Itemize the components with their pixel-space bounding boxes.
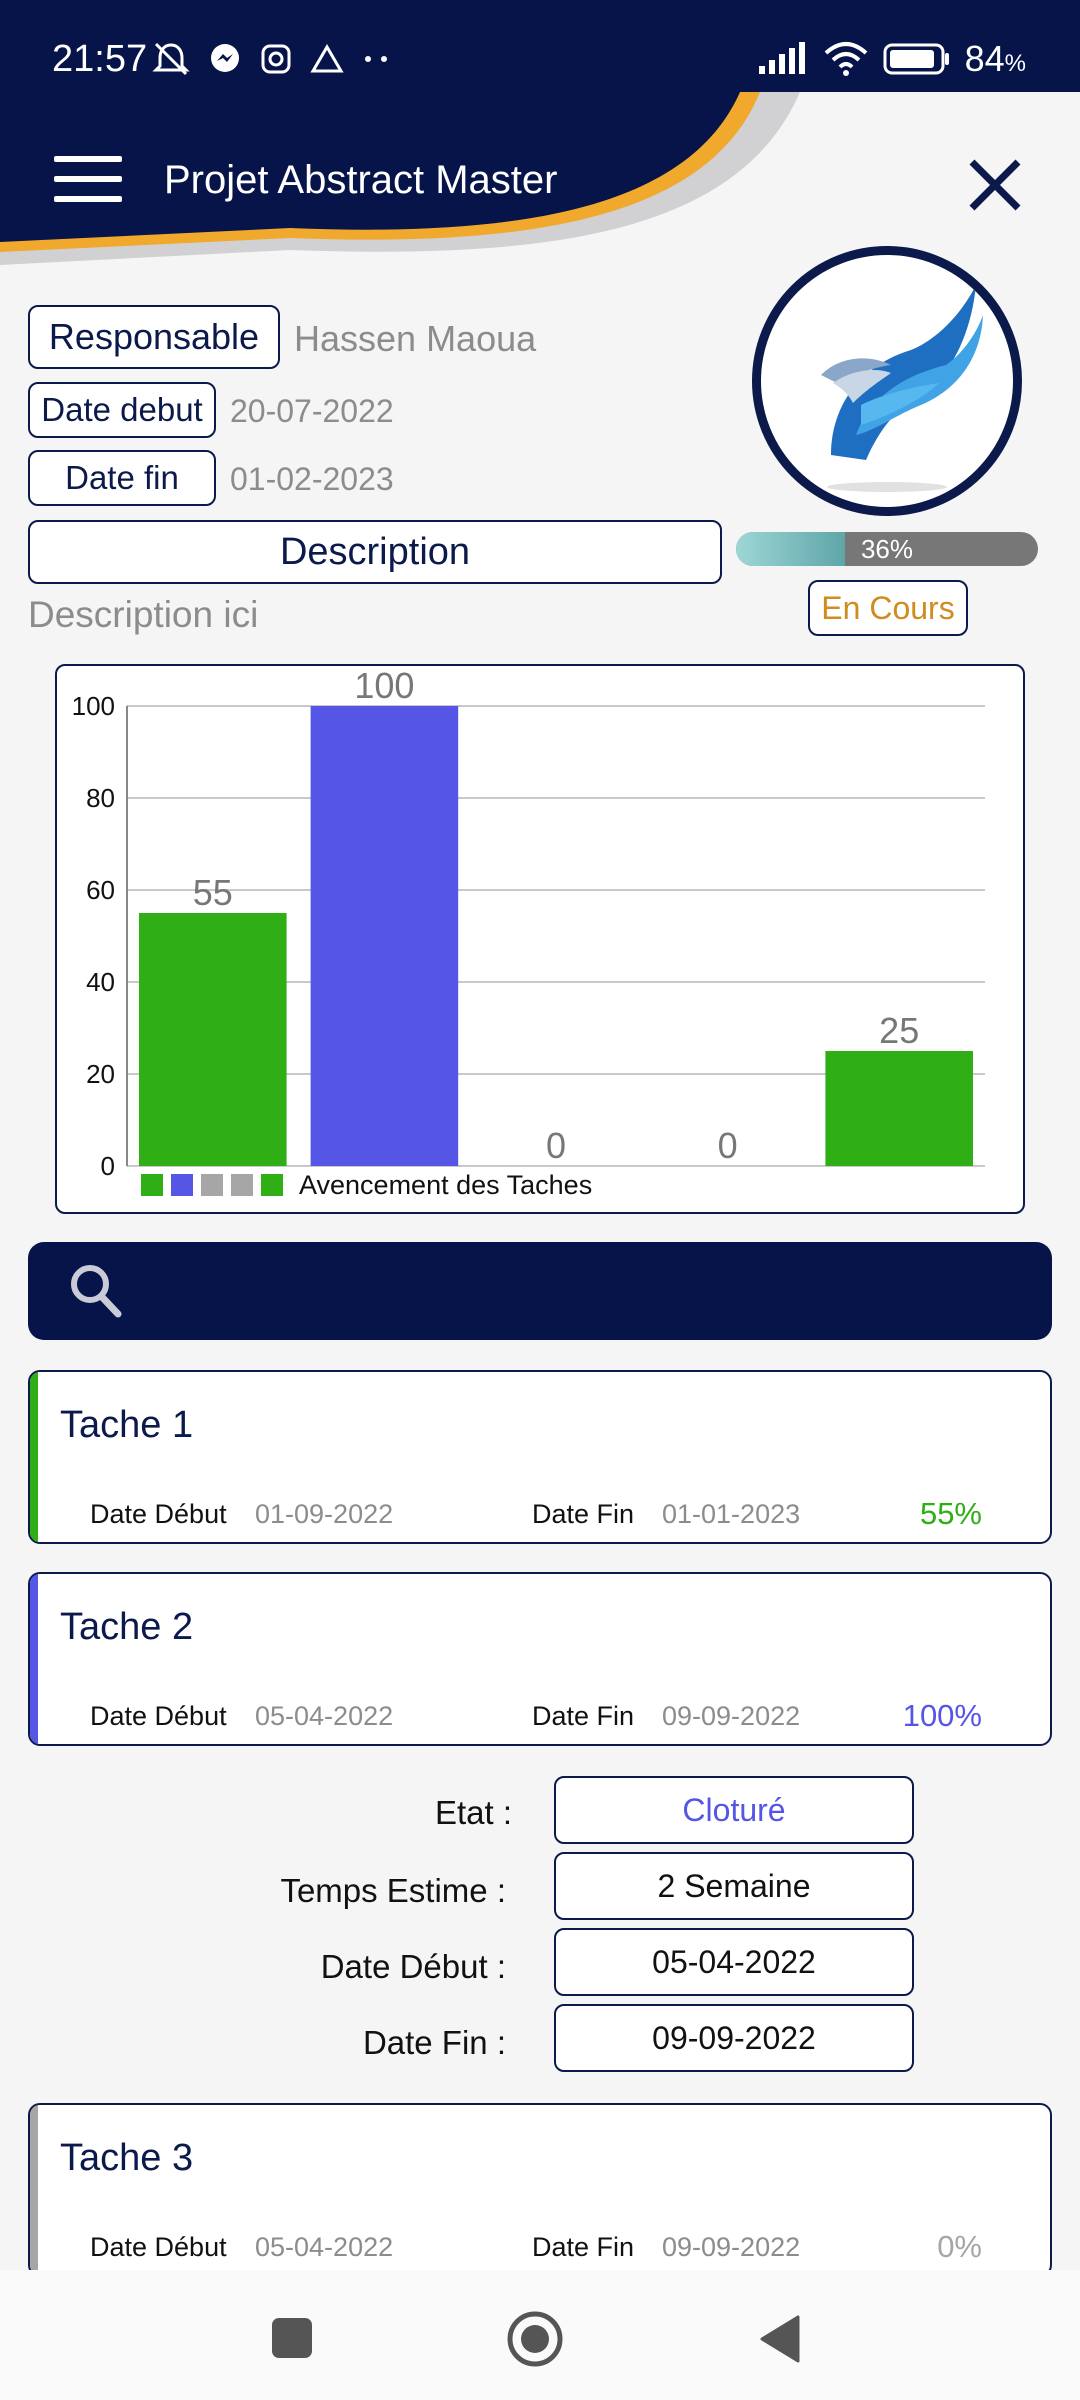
search-icon[interactable] [68, 1262, 124, 1320]
menu-button[interactable] [54, 156, 122, 206]
chart-bar [139, 913, 287, 1166]
task-end-value: 09-09-2022 [662, 2232, 801, 2262]
status-right: 84% [757, 38, 1026, 80]
task-title: Tache 2 [60, 1606, 194, 1648]
bell-off-icon [152, 42, 190, 76]
chart-container: 0 20 40 60 80 100 55 100 0 0 25 Avencement des Tach… [55, 664, 1025, 1214]
signal-icon [758, 42, 805, 74]
date-fin-value: 01-02-2023 [230, 461, 394, 497]
bar-value-label: 25 [879, 1010, 919, 1051]
system-nav-bar [0, 2270, 1080, 2400]
progress-text: 36% [860, 534, 914, 564]
task-color-bar [30, 1574, 38, 1744]
more-notifications-icon [365, 56, 387, 62]
task-start-label: Date Début [90, 1701, 227, 1731]
status-notification-icons [152, 42, 392, 76]
temps-estime-label: Temps Estime : [280, 1872, 506, 1909]
task-progress: 55% [919, 1496, 982, 1531]
detail-date-fin-label: Date Fin : [362, 2024, 506, 2061]
eagle-logo-icon [821, 285, 983, 492]
task-start-label: Date Début [90, 1499, 227, 1529]
date-fin-label: Date fin [28, 450, 216, 506]
task-end-label: Date Fin [532, 2232, 635, 2262]
task-card-3[interactable]: Tache 3 Date Début 05-04-2022 Date Fin 0… [28, 2103, 1052, 2277]
task-card-2[interactable]: Tache 2 Date Début 05-04-2022 Date Fin 0… [28, 1572, 1052, 1746]
responsable-value: Hassen Maoua [294, 318, 537, 359]
project-logo [752, 246, 1022, 516]
progress-bar: 36% [736, 532, 1038, 566]
task-start-value: 05-04-2022 [255, 2232, 394, 2262]
temps-estime-value: 2 Semaine [554, 1852, 914, 1920]
task-end-label: Date Fin [532, 1499, 635, 1529]
task-progress: 100% [902, 1698, 982, 1733]
detail-date-fin-value: 09-09-2022 [554, 2004, 914, 2072]
close-icon [969, 159, 1021, 211]
legend-swatch [231, 1174, 253, 1196]
task-title: Tache 1 [60, 1404, 194, 1446]
date-debut-label: Date debut [28, 382, 216, 438]
date-debut-value: 20-07-2022 [230, 393, 394, 429]
chart-bar [310, 706, 459, 1166]
task-end-value: 01-01-2023 [662, 1499, 801, 1529]
y-tick-label: 60 [86, 875, 115, 905]
legend-label: Avencement des Taches [299, 1170, 592, 1200]
battery-level: 84% [965, 38, 1026, 80]
detail-date-debut-value: 05-04-2022 [554, 1928, 914, 1996]
task-end-value: 09-09-2022 [662, 1701, 801, 1731]
menu-icon [54, 156, 122, 162]
close-button[interactable] [960, 150, 1030, 220]
responsable-label: Responsable [28, 305, 280, 369]
bar-value-label: 100 [354, 666, 414, 706]
task-color-bar [30, 1372, 38, 1542]
etat-value: Cloturé [554, 1776, 914, 1844]
nav-home-icon[interactable] [506, 2310, 564, 2368]
status-time: 21:57 [52, 38, 148, 80]
task-color-bar [30, 2105, 38, 2275]
legend-swatch [261, 1174, 283, 1196]
search-bar[interactable] [28, 1242, 1052, 1340]
task-progress: 0% [937, 2229, 982, 2264]
y-tick-label: 20 [86, 1059, 115, 1089]
status-badge: En Cours [808, 580, 968, 636]
y-tick-label: 0 [101, 1151, 115, 1181]
legend-swatch [171, 1174, 193, 1196]
battery-icon [883, 43, 949, 75]
bar-value-label: 0 [718, 1125, 738, 1166]
detail-date-debut-label: Date Début : [320, 1948, 506, 1985]
y-tick-label: 80 [86, 783, 115, 813]
description-value: Description ici [28, 594, 259, 635]
legend-swatch [141, 1174, 163, 1196]
wifi-icon [824, 42, 867, 76]
page-title: Projet Abstract Master [164, 158, 558, 202]
bar-value-label: 0 [546, 1125, 566, 1166]
battery-unit: % [1004, 50, 1026, 77]
messenger-icon [211, 44, 239, 72]
drive-icon [310, 44, 344, 73]
y-tick-label: 100 [72, 691, 115, 721]
task-title: Tache 3 [60, 2137, 194, 2179]
task-end-label: Date Fin [532, 1701, 635, 1731]
chart-bar [825, 1051, 973, 1166]
instagram-icon [261, 44, 291, 74]
task-card-1[interactable]: Tache 1 Date Début 01-09-2022 Date Fin 0… [28, 1370, 1052, 1544]
etat-label: Etat : [434, 1794, 512, 1831]
task-start-value: 01-09-2022 [255, 1499, 394, 1529]
battery-value: 84 [964, 38, 1005, 79]
description-label: Description [28, 520, 722, 584]
bar-value-label: 55 [193, 872, 233, 913]
nav-back-icon[interactable] [758, 2314, 804, 2364]
bar-chart: 0 20 40 60 80 100 55 100 0 0 25 Avencement des Tach… [72, 665, 985, 1200]
y-tick-label: 40 [86, 967, 115, 997]
task-start-label: Date Début [90, 2232, 227, 2262]
legend-swatch [201, 1174, 223, 1196]
nav-recents-icon[interactable] [270, 2316, 314, 2360]
task-start-value: 05-04-2022 [255, 1701, 394, 1731]
